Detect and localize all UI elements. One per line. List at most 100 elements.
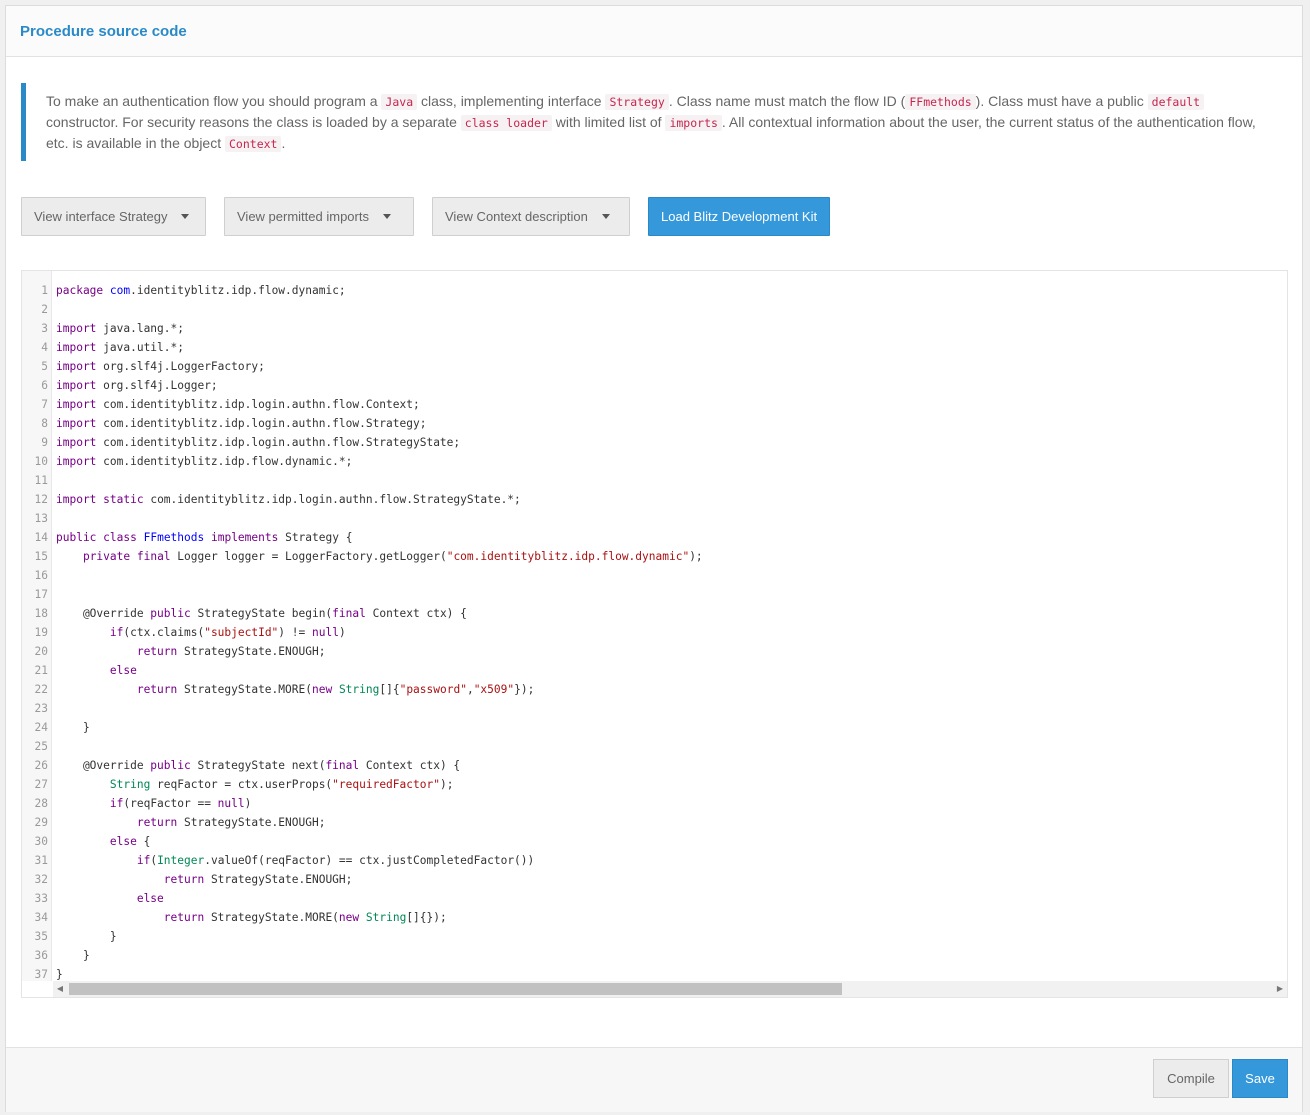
view-interface-dropdown[interactable]: View interface Strategy — [21, 197, 206, 236]
code-text: import com.identityblitz.idp.login.authn… — [56, 433, 460, 452]
code-lines: 1 package com.identityblitz.idp.flow.dyna… — [22, 281, 1287, 984]
code-line: 3 import java.lang.*; — [22, 319, 1287, 338]
line-number: 25 — [34, 740, 48, 753]
code-token: import — [56, 360, 97, 373]
caret-down-icon — [382, 214, 391, 219]
info-code-flow-id: FFmethods — [905, 94, 976, 110]
code-text: else { — [56, 832, 150, 851]
info-text: . — [281, 135, 286, 151]
info-text: . Class name must match the flow ID ( — [668, 93, 906, 109]
code-line: 15 private final Logger logger = LoggerF… — [22, 547, 1287, 566]
code-token: public — [150, 759, 191, 772]
scroll-left-icon[interactable]: ◀ — [53, 981, 67, 997]
code-token: { — [136, 835, 151, 848]
code-token: return — [136, 683, 178, 696]
code-line: 20 return StrategyState.ENOUGH; — [22, 642, 1287, 661]
horizontal-scrollbar[interactable]: ◀ ▶ — [53, 981, 1287, 997]
code-token: java.util.*; — [96, 341, 184, 354]
code-token: import — [56, 341, 97, 354]
code-line: 12 import static com.identityblitz.idp.lo… — [22, 490, 1287, 509]
view-imports-dropdown[interactable]: View permitted imports — [224, 197, 414, 236]
code-line: 33 else — [22, 889, 1287, 908]
line-number: 11 — [34, 474, 48, 487]
load-dev-kit-button[interactable]: Load Blitz Development Kit — [648, 197, 831, 236]
view-context-dropdown[interactable]: View Context description — [432, 197, 630, 236]
code-text: } — [56, 946, 90, 965]
code-token: final — [136, 550, 171, 563]
code-line: 30 else { — [22, 832, 1287, 851]
code-token: com.identityblitz.idp.login.authn.flow.S… — [96, 417, 427, 430]
code-token: String — [365, 911, 407, 924]
code-line: 16 — [22, 566, 1287, 585]
code-line: 9 import com.identityblitz.idp.login.auth… — [22, 433, 1287, 452]
code-text: return StrategyState.ENOUGH; — [56, 870, 353, 889]
code-token: String — [109, 778, 151, 791]
line-number: 9 — [41, 436, 48, 449]
code-token: StrategyState.MORE( — [177, 683, 312, 696]
code-token: null — [311, 626, 339, 639]
code-line: 21 else — [22, 661, 1287, 680]
code-token: public — [56, 531, 97, 544]
line-number: 2 — [41, 303, 48, 316]
line-number: 15 — [34, 550, 48, 563]
line-number: 20 — [34, 645, 48, 658]
code-token: StrategyState.MORE( — [204, 911, 339, 924]
code-token: } — [56, 949, 90, 962]
code-token: return — [163, 873, 205, 886]
info-text: class, implementing interface — [417, 93, 606, 109]
code-text: public class FFmethods implements Strate… — [56, 528, 352, 547]
panel-title: Procedure source code — [20, 22, 187, 40]
code-token: com — [109, 284, 131, 297]
line-number: 35 — [34, 930, 48, 943]
code-line: 27 String reqFactor = ctx.userProps("req… — [22, 775, 1287, 794]
code-token: .valueOf(reqFactor) == ctx.justCompleted… — [204, 854, 535, 867]
line-number: 7 — [41, 398, 48, 411]
code-token: []{ — [379, 683, 400, 696]
code-token: private — [82, 550, 131, 563]
line-number: 31 — [34, 854, 48, 867]
info-text: To make an authentication flow you shoul… — [46, 93, 382, 109]
code-editor[interactable]: 1 package com.identityblitz.idp.flow.dyna… — [21, 270, 1288, 998]
info-code-class-loader: class loader — [460, 115, 552, 131]
code-token: if — [136, 854, 151, 867]
code-token: return — [163, 911, 205, 924]
line-number: 16 — [34, 569, 48, 582]
caret-down-icon — [181, 214, 190, 219]
info-text: ). Class must have a public — [975, 93, 1148, 109]
save-button[interactable]: Save — [1232, 1059, 1288, 1098]
code-token: Integer — [157, 854, 205, 867]
code-token: else — [109, 664, 137, 677]
code-token: ) — [244, 797, 252, 810]
line-number: 14 — [34, 531, 48, 544]
code-text: import com.identityblitz.idp.flow.dynami… — [56, 452, 352, 471]
code-text: import org.slf4j.Logger; — [56, 376, 218, 395]
code-text: return StrategyState.ENOUGH; — [56, 813, 326, 832]
line-number: 3 — [41, 322, 48, 335]
line-number: 19 — [34, 626, 48, 639]
line-number: 6 — [41, 379, 48, 392]
code-token: org.slf4j.LoggerFactory; — [96, 360, 265, 373]
code-token: new — [311, 683, 333, 696]
code-line: 19 if(ctx.claims("subjectId") != null) — [22, 623, 1287, 642]
code-line: 26 @Override public StrategyState next(f… — [22, 756, 1287, 775]
compile-button[interactable]: Compile — [1153, 1059, 1229, 1098]
code-text: @Override public StrategyState begin(fin… — [56, 604, 467, 623]
code-token: final — [325, 759, 360, 772]
code-line: 4 import java.util.*; — [22, 338, 1287, 357]
code-text: String reqFactor = ctx.userProps("requir… — [56, 775, 454, 794]
code-token: StrategyState next( — [190, 759, 326, 772]
line-number: 17 — [34, 588, 48, 601]
code-token: import — [56, 455, 97, 468]
code-line: 11 — [22, 471, 1287, 490]
scroll-right-icon[interactable]: ▶ — [1273, 981, 1287, 997]
code-line: 17 — [22, 585, 1287, 604]
code-token: static — [103, 493, 144, 506]
scrollbar-thumb[interactable] — [69, 983, 842, 995]
code-text: return StrategyState.ENOUGH; — [56, 642, 326, 661]
code-text: return StrategyState.MORE(new String[]{}… — [56, 908, 447, 927]
code-token: "password" — [399, 683, 467, 696]
